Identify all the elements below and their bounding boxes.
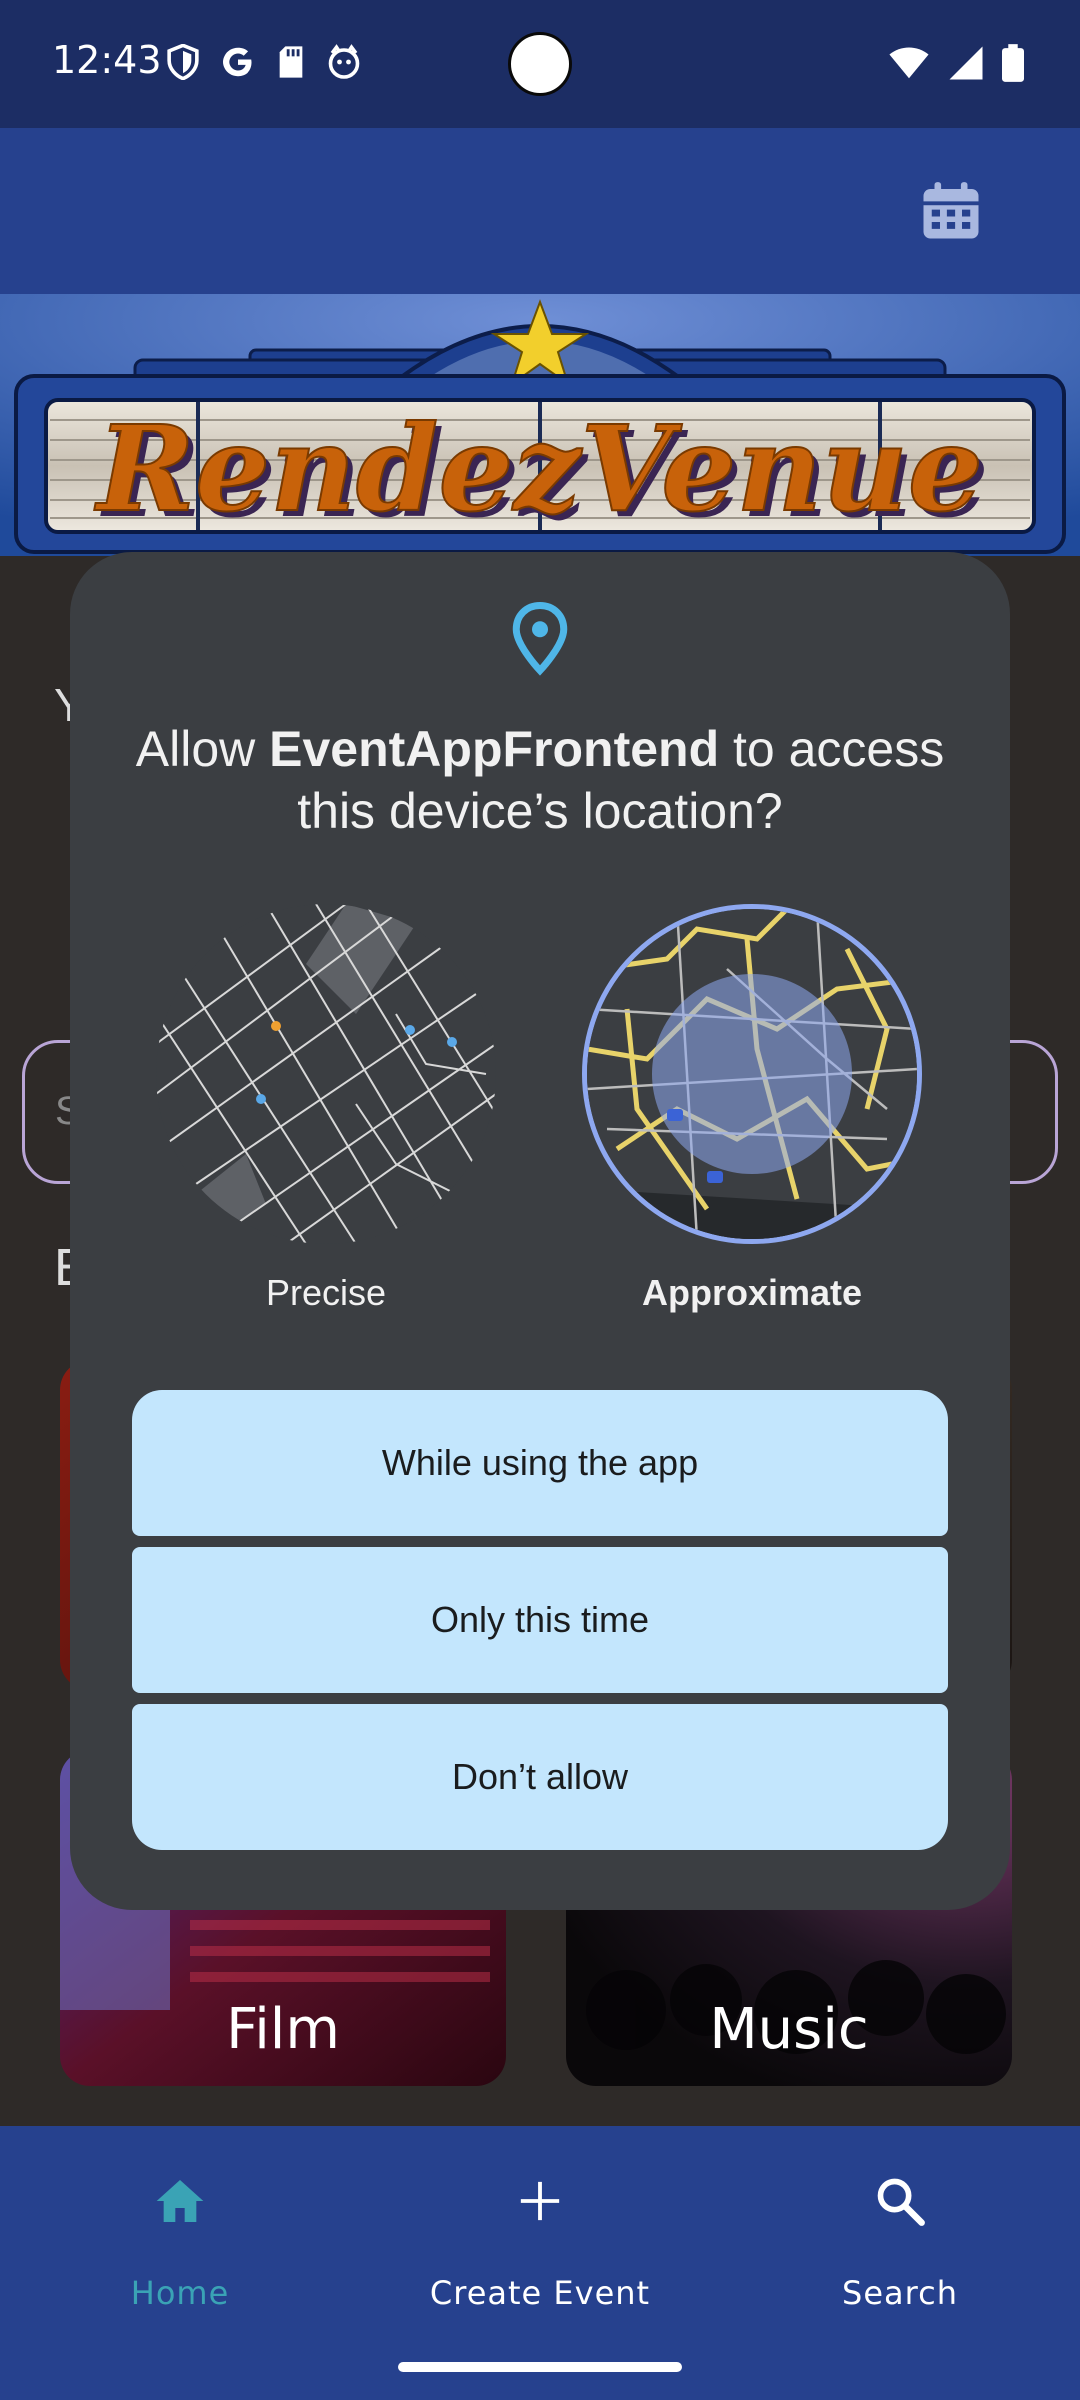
film-card-label: Film bbox=[226, 1997, 340, 2062]
status-bar: 12:43 bbox=[0, 0, 1080, 128]
cell-signal-icon bbox=[949, 46, 983, 80]
approximate-option[interactable]: Approximate bbox=[582, 904, 922, 1314]
wifi-icon bbox=[889, 47, 929, 79]
nav-home-label: Home bbox=[130, 2274, 230, 2312]
nav-search[interactable]: Search bbox=[750, 2166, 1050, 2312]
app-bar bbox=[0, 128, 1080, 294]
precise-map bbox=[156, 904, 496, 1244]
logo-banner: RendezVenue RendezVenue bbox=[0, 294, 1080, 556]
cat-face-icon bbox=[328, 44, 360, 79]
nav-home[interactable]: Home bbox=[30, 2166, 330, 2312]
bottom-navigation: Home Create Event Search bbox=[0, 2126, 1080, 2400]
home-icon bbox=[156, 2180, 204, 2222]
front-camera bbox=[508, 32, 572, 96]
precise-option[interactable]: Precise bbox=[156, 904, 496, 1314]
precise-label: Precise bbox=[265, 1272, 387, 1313]
only-this-time-button[interactable]: Only this time bbox=[132, 1547, 948, 1693]
approximate-label: Approximate bbox=[641, 1272, 863, 1313]
google-icon bbox=[223, 47, 252, 77]
location-pin-icon bbox=[512, 601, 568, 676]
gesture-bar[interactable] bbox=[398, 2362, 682, 2372]
location-permission-dialog: Allow EventAppFrontend to access this de… bbox=[70, 552, 1010, 1910]
status-system-icons bbox=[888, 44, 1024, 82]
battery-icon bbox=[1002, 44, 1024, 82]
dont-allow-button[interactable]: Don’t allow bbox=[132, 1704, 948, 1850]
logo-text: RendezVenue bbox=[94, 399, 983, 538]
plus-icon bbox=[520, 2181, 560, 2221]
status-notification-icons bbox=[166, 44, 362, 80]
music-card-label: Music bbox=[709, 1997, 869, 2062]
shield-icon bbox=[167, 44, 199, 80]
status-time: 12:43 bbox=[52, 38, 162, 82]
calendar-icon[interactable] bbox=[918, 178, 984, 244]
sd-card-icon bbox=[279, 46, 303, 78]
while-using-app-button[interactable]: While using the app bbox=[132, 1390, 948, 1536]
dialog-app-name: EventAppFrontend bbox=[269, 721, 720, 777]
nav-search-label: Search bbox=[842, 2274, 958, 2312]
dialog-title: Allow EventAppFrontend to access this de… bbox=[135, 721, 945, 839]
nav-create-event-label: Create Event bbox=[429, 2274, 651, 2312]
nav-create-event[interactable]: Create Event bbox=[390, 2166, 690, 2312]
approximate-map bbox=[582, 904, 922, 1244]
rendezvenue-logo: RendezVenue RendezVenue bbox=[0, 294, 1080, 556]
search-icon bbox=[877, 2178, 925, 2226]
